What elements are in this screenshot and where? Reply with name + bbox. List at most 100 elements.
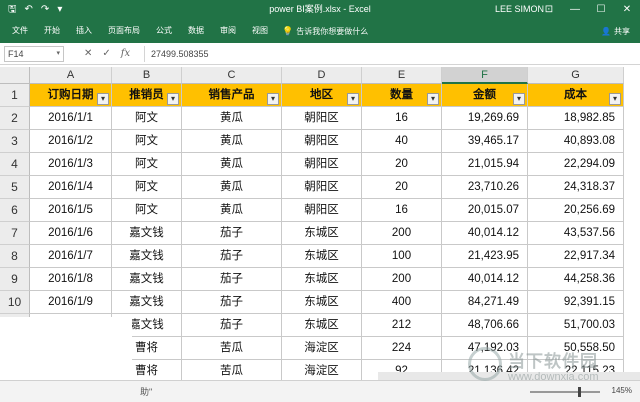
tab-file[interactable]: 文件 <box>12 19 28 43</box>
column-header-d[interactable]: D <box>282 67 362 84</box>
cell-region[interactable]: 朝阳区 <box>282 176 362 199</box>
cell-quantity[interactable]: 100 <box>362 245 442 268</box>
ribbon-display-options-icon[interactable]: ⊡ <box>536 0 562 19</box>
cell-date[interactable]: 2016/1/4 <box>30 176 112 199</box>
cell-product[interactable]: 黄瓜 <box>182 130 282 153</box>
enter-icon[interactable]: ✓ <box>102 48 110 59</box>
header-cell-cost[interactable]: 成本 <box>528 84 624 107</box>
close-button[interactable]: ✕ <box>614 0 640 19</box>
row-header-10[interactable]: 10 <box>0 291 30 314</box>
cell-quantity[interactable]: 20 <box>362 153 442 176</box>
cell-date[interactable]: 2016/1/2 <box>30 130 112 153</box>
cell-region[interactable]: 朝阳区 <box>282 130 362 153</box>
cell-salesperson[interactable]: 阿文 <box>112 130 182 153</box>
cell-region[interactable]: 朝阳区 <box>282 107 362 130</box>
column-header-a[interactable]: A <box>30 67 112 84</box>
cell-salesperson[interactable]: 嘉文钱 <box>112 222 182 245</box>
cell-amount[interactable]: 21,423.95 <box>442 245 528 268</box>
cell-region[interactable]: 海淀区 <box>282 337 362 360</box>
cell-amount[interactable]: 40,014.12 <box>442 222 528 245</box>
cell-date[interactable]: 2016/1/9 <box>30 291 112 314</box>
header-cell-quantity[interactable]: 数量 <box>362 84 442 107</box>
cell-quantity[interactable]: 200 <box>362 268 442 291</box>
undo-icon[interactable]: ↶ <box>25 0 33 19</box>
cell-region[interactable]: 东城区 <box>282 291 362 314</box>
cell-cost[interactable]: 51,700.03 <box>528 314 624 337</box>
cell-amount[interactable]: 39,465.17 <box>442 130 528 153</box>
cell-region[interactable]: 东城区 <box>282 245 362 268</box>
cell-date[interactable]: 2016/1/6 <box>30 222 112 245</box>
tab-view[interactable]: 视图 <box>252 19 268 43</box>
cell-product[interactable]: 黄瓜 <box>182 199 282 222</box>
header-cell-amount[interactable]: 金额 <box>442 84 528 107</box>
cell-cost[interactable]: 18,982.85 <box>528 107 624 130</box>
cell-product[interactable]: 茄子 <box>182 268 282 291</box>
row-header-2[interactable]: 2 <box>0 107 30 130</box>
chevron-down-icon[interactable]: ▾ <box>56 47 60 61</box>
minimize-button[interactable]: — <box>562 0 588 19</box>
cell-cost[interactable]: 92,391.15 <box>528 291 624 314</box>
save-icon[interactable]: 🖫 <box>8 0 17 19</box>
column-header-c[interactable]: C <box>182 67 282 84</box>
cell-quantity[interactable]: 16 <box>362 199 442 222</box>
name-box[interactable]: F14 ▾ <box>4 45 64 62</box>
cell-salesperson[interactable]: 嘉文钱 <box>112 291 182 314</box>
cell-amount[interactable]: 84,271.49 <box>442 291 528 314</box>
cell-salesperson[interactable]: 阿文 <box>112 199 182 222</box>
cell-quantity[interactable]: 20 <box>362 176 442 199</box>
insert-function-icon[interactable]: fx <box>121 48 130 59</box>
formula-input[interactable]: 27499.508355 <box>144 45 640 62</box>
column-header-g[interactable]: G <box>528 67 624 84</box>
tab-page-layout[interactable]: 页面布局 <box>108 19 140 43</box>
cell-cost[interactable]: 24,318.37 <box>528 176 624 199</box>
row-header-4[interactable]: 4 <box>0 153 30 176</box>
cell-amount[interactable]: 20,015.07 <box>442 199 528 222</box>
cell-product[interactable]: 苦瓜 <box>182 337 282 360</box>
cell-region[interactable]: 东城区 <box>282 268 362 291</box>
cell-salesperson[interactable]: 阿文 <box>112 153 182 176</box>
header-cell-product[interactable]: 销售产品 <box>182 84 282 107</box>
share-button[interactable]: 👤 共享 <box>601 23 630 39</box>
tab-data[interactable]: 数据 <box>188 19 204 43</box>
cell-quantity[interactable]: 400 <box>362 291 442 314</box>
cell-region[interactable]: 朝阳区 <box>282 199 362 222</box>
cell-quantity[interactable]: 40 <box>362 130 442 153</box>
cell-product[interactable]: 茄子 <box>182 291 282 314</box>
customize-toolbar-icon[interactable]: ▾ <box>57 0 62 19</box>
cell-cost[interactable]: 20,256.69 <box>528 199 624 222</box>
cell-product[interactable]: 黄瓜 <box>182 176 282 199</box>
row-header-3[interactable]: 3 <box>0 130 30 153</box>
cell-date[interactable]: 2016/1/3 <box>30 153 112 176</box>
row-header-7[interactable]: 7 <box>0 222 30 245</box>
header-cell-region[interactable]: 地区 <box>282 84 362 107</box>
cell-cost[interactable]: 44,258.36 <box>528 268 624 291</box>
cell-amount[interactable]: 21,015.94 <box>442 153 528 176</box>
cancel-icon[interactable]: ✕ <box>84 48 92 59</box>
cell-cost[interactable]: 43,537.56 <box>528 222 624 245</box>
tab-insert[interactable]: 插入 <box>76 19 92 43</box>
cell-product[interactable]: 茄子 <box>182 314 282 337</box>
cell-date[interactable]: 2016/1/1 <box>30 107 112 130</box>
cell-date[interactable]: 2016/1/7 <box>30 245 112 268</box>
cell-quantity[interactable]: 200 <box>362 222 442 245</box>
column-header-f[interactable]: F <box>442 67 528 84</box>
cell-salesperson[interactable]: 嘉文钱 <box>112 245 182 268</box>
tell-me-search[interactable]: 💡 告诉我你想要做什么 <box>282 26 368 37</box>
column-header-b[interactable]: B <box>112 67 182 84</box>
row-header-8[interactable]: 8 <box>0 245 30 268</box>
cell-region[interactable]: 东城区 <box>282 222 362 245</box>
maximize-button[interactable]: ☐ <box>588 0 614 19</box>
cell-region[interactable]: 东城区 <box>282 314 362 337</box>
header-cell-salesperson[interactable]: 推销员 <box>112 84 182 107</box>
row-header-5[interactable]: 5 <box>0 176 30 199</box>
cell-salesperson[interactable]: 阿文 <box>112 176 182 199</box>
cell-quantity[interactable]: 212 <box>362 314 442 337</box>
cell-salesperson[interactable]: 嘉文钱 <box>112 268 182 291</box>
cell-amount[interactable]: 23,710.26 <box>442 176 528 199</box>
cell-amount[interactable]: 19,269.69 <box>442 107 528 130</box>
cell-product[interactable]: 茄子 <box>182 222 282 245</box>
cell-date[interactable]: 2016/1/5 <box>30 199 112 222</box>
cell-product[interactable]: 黄瓜 <box>182 153 282 176</box>
cell-cost[interactable]: 22,294.09 <box>528 153 624 176</box>
cell-date[interactable]: 2016/1/8 <box>30 268 112 291</box>
